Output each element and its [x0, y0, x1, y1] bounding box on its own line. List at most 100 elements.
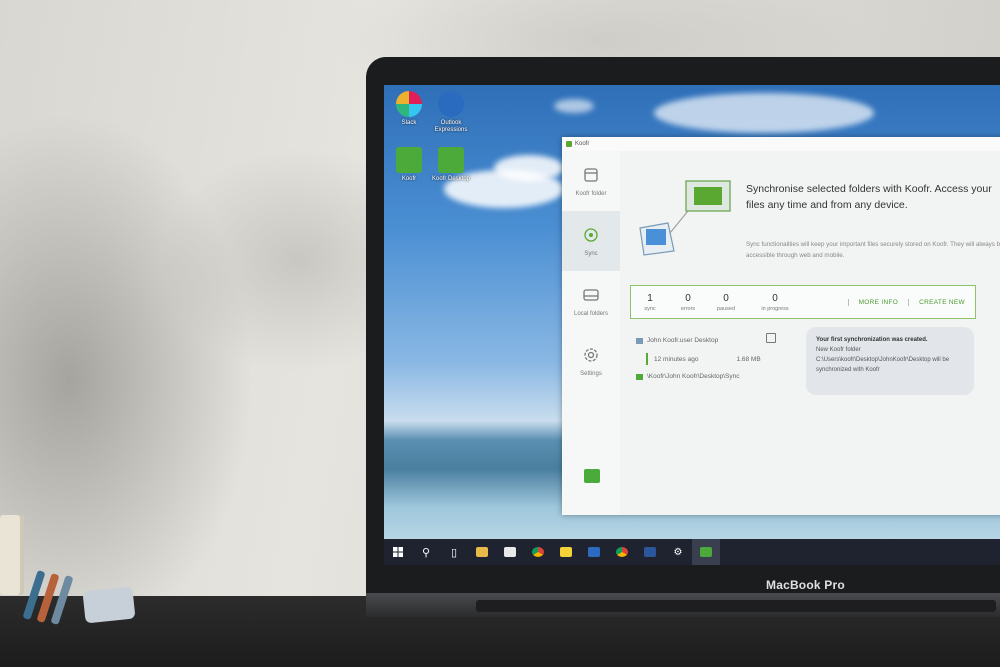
sidebar-item-label: Sync — [584, 251, 598, 257]
task-view-icon: ▯ — [450, 546, 458, 559]
folder-icon — [636, 337, 643, 344]
desktop-icon-label: Koofr Desktop — [431, 176, 471, 182]
desk-items — [0, 515, 140, 626]
notice-line1: New Koofr folder — [816, 347, 861, 353]
desktop-icon-slack[interactable]: Slack — [386, 91, 432, 127]
sidebar-item-sync[interactable]: Sync — [562, 211, 620, 271]
sync-icon — [581, 225, 601, 245]
sync-stats-bar: 1 sync 0 errors 0 paused 0 in progress M… — [630, 285, 976, 319]
sync-item-name-row[interactable]: John Koofr.user Desktop — [636, 337, 718, 344]
stat-in-progress: 0 in progress — [745, 293, 805, 312]
koofr-logo-icon — [566, 141, 572, 147]
sidebar-item-label: Settings — [580, 371, 602, 377]
notice-title: Your first synchronization was created. — [816, 337, 928, 343]
stat-label: paused — [716, 305, 736, 312]
desktop-screen: Slack Outlook Expressions Koofr Koofr De… — [384, 85, 1000, 565]
sync-item-meta-row: 12 minutes ago 1.68 MB — [646, 353, 761, 365]
desktop-icon-label: Koofr — [401, 176, 417, 182]
desktop-icon-label: Outlook Expressions — [434, 120, 468, 133]
desktop-icon-outlook[interactable]: Outlook Expressions — [428, 91, 474, 134]
taskbar-app-word[interactable] — [636, 539, 664, 565]
taskbar-app-notes[interactable] — [552, 539, 580, 565]
stat-value: 1 — [647, 292, 653, 304]
stat-value: 0 — [685, 292, 691, 304]
taskbar-app-explorer[interactable] — [468, 539, 496, 565]
sync-item-name: John Koofr.user Desktop — [647, 337, 719, 344]
taskbar-app-chrome-2[interactable] — [608, 539, 636, 565]
word-icon — [644, 547, 656, 557]
store-icon — [504, 547, 516, 557]
desktop-icon-label: Slack — [401, 120, 417, 126]
stat-errors: 0 errors — [669, 293, 707, 312]
search-icon: ⚲ — [421, 546, 431, 559]
sync-item-time: 12 minutes ago — [654, 355, 699, 363]
cloud — [494, 155, 564, 181]
desktop-icon-koofr[interactable]: Koofr — [386, 147, 432, 183]
sidebar-item-local-folders[interactable]: Local folders — [562, 271, 620, 331]
sidebar-item-settings[interactable]: Settings — [562, 331, 620, 391]
drive-icon — [581, 285, 601, 305]
hero-subtitle: Sync functionalities will keep your impo… — [746, 241, 1000, 259]
eraser — [82, 586, 136, 624]
laptop-base — [366, 593, 1000, 617]
stat-value: 0 — [723, 292, 729, 304]
folder-icon — [581, 165, 601, 185]
keyboard — [476, 600, 996, 612]
stat-label: in progress — [761, 305, 789, 312]
taskbar-app-koofr[interactable] — [692, 539, 720, 565]
sticky-notes-icon — [560, 547, 572, 557]
taskbar-app-settings[interactable]: ⚙ — [664, 539, 692, 565]
stat-label: sync — [644, 305, 656, 312]
stat-label: errors — [680, 305, 696, 312]
stat-paused: 0 paused — [707, 293, 745, 312]
koofr-folder-icon — [636, 373, 643, 380]
search-button[interactable]: ⚲ — [412, 539, 440, 565]
book — [0, 515, 24, 595]
taskbar-app-mail[interactable] — [580, 539, 608, 565]
create-new-button[interactable]: CREATE NEW — [908, 298, 975, 306]
outlook-icon — [438, 91, 464, 117]
sync-item-size: 1.68 MB — [736, 355, 761, 363]
title-bar: Koofr — [562, 137, 1000, 151]
laptop-model-label: MacBook Pro — [766, 578, 845, 592]
sync-illustration — [639, 180, 731, 256]
first-sync-notice: Your first synchronization was created. … — [806, 327, 974, 395]
sidebar-item-koofr-folder[interactable]: Koofr folder — [562, 151, 620, 211]
taskbar-app-store[interactable] — [496, 539, 524, 565]
laptop: Slack Outlook Expressions Koofr Koofr De… — [366, 57, 1000, 617]
taskbar-app-chrome[interactable] — [524, 539, 552, 565]
task-view-button[interactable]: ▯ — [440, 539, 468, 565]
sidebar: Koofr folder Sync Local folders Settings — [562, 151, 621, 515]
koofr-file-icon — [438, 147, 464, 173]
windows-icon — [393, 547, 403, 557]
slack-icon — [396, 91, 422, 117]
stat-value: 0 — [772, 292, 778, 304]
start-button[interactable] — [384, 539, 412, 565]
sync-status-indicator — [646, 353, 648, 365]
cloud — [554, 99, 594, 113]
koofr-icon — [700, 547, 712, 557]
main-panel: Synchronise selected folders with Koofr.… — [620, 151, 1000, 515]
chrome-icon — [616, 547, 628, 557]
chrome-icon — [532, 547, 544, 557]
koofr-icon — [396, 147, 422, 173]
koofr-brand-icon — [584, 469, 600, 483]
desktop-icon-koofr-desktop[interactable]: Koofr Desktop — [428, 147, 474, 183]
windows-taskbar: ⚲ ▯ ⚙ — [384, 539, 1000, 565]
sync-item-path: \Koofr\John Koofr\Desktop\Sync — [647, 373, 740, 380]
gear-icon — [581, 345, 601, 365]
hero-title: Synchronise selected folders with Koofr.… — [746, 183, 992, 211]
cloud — [654, 93, 874, 133]
edit-icon[interactable] — [766, 333, 776, 343]
mail-icon — [588, 547, 600, 557]
stat-sync: 1 sync — [631, 293, 669, 312]
more-info-button[interactable]: MORE INFO — [847, 298, 909, 306]
sync-item-path-row: \Koofr\John Koofr\Desktop\Sync — [636, 373, 740, 380]
notice-line2: C:\Users\koofr\Desktop\JohnKoofr\Desktop… — [816, 357, 950, 373]
sidebar-item-label: Local folders — [573, 311, 609, 317]
koofr-window: Koofr Koofr folder Sync Local folders Se… — [562, 137, 1000, 515]
gear-icon: ⚙ — [673, 546, 683, 558]
window-title: Koofr — [575, 141, 590, 147]
file-explorer-icon — [476, 547, 488, 557]
sidebar-item-label: Koofr folder — [575, 191, 607, 197]
